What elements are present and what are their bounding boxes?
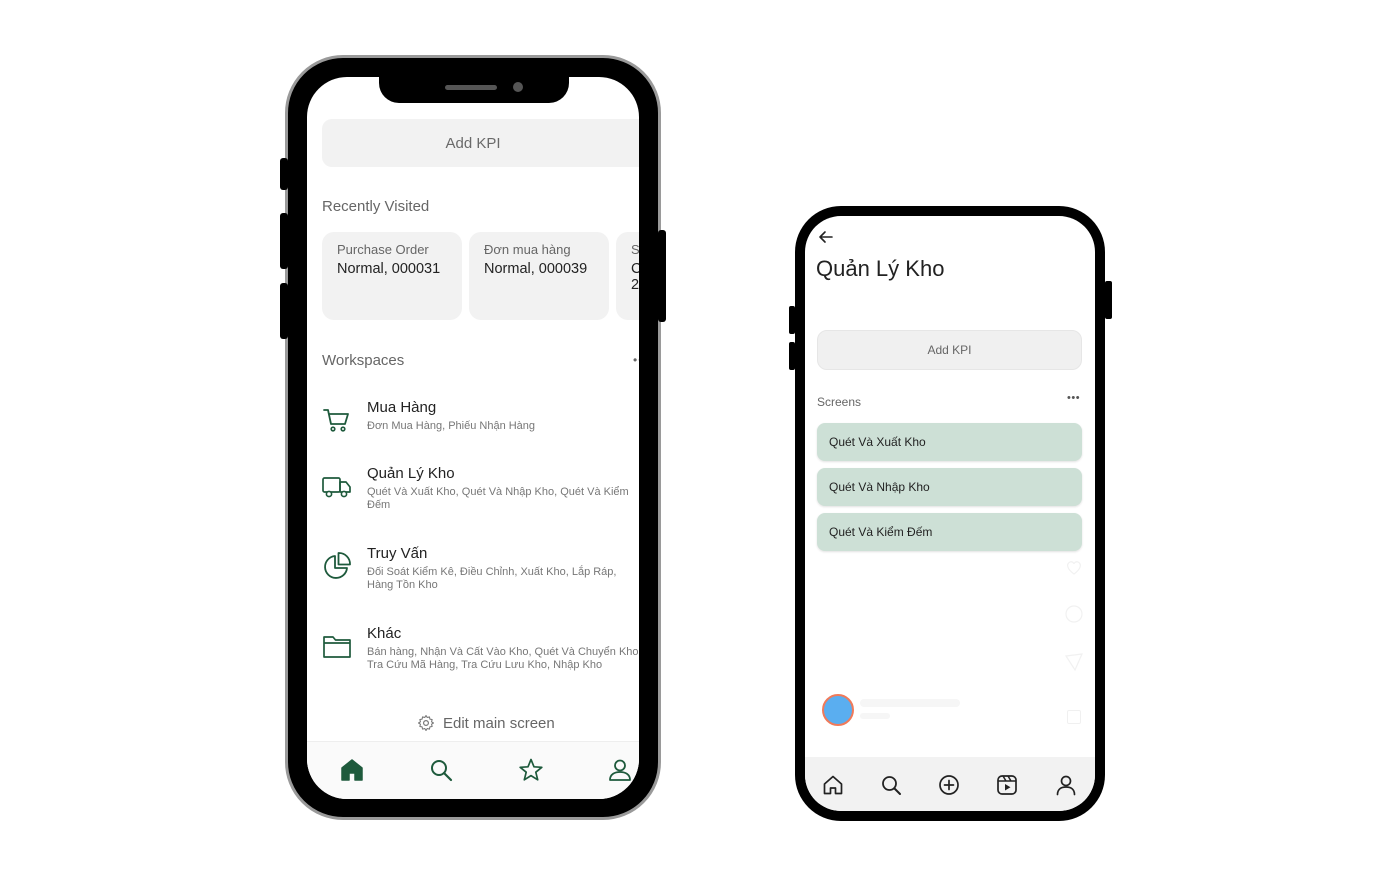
- volume-up-button: [789, 306, 795, 334]
- edit-main-screen-button[interactable]: Edit main screen: [417, 714, 555, 732]
- front-camera: [513, 82, 523, 92]
- avatar: [822, 694, 854, 726]
- recent-card-title: S: [631, 242, 639, 257]
- recent-card-title: Purchase Order: [337, 242, 429, 257]
- recently-visited-title: Recently Visited: [322, 198, 430, 215]
- recent-card[interactable]: S C 2: [616, 232, 639, 320]
- gear-icon: [417, 714, 435, 732]
- cart-icon: [323, 409, 349, 432]
- workspace-item-khac[interactable]: Khác Bán hàng, Nhận Và Cất Vào Kho, Quét…: [322, 625, 639, 675]
- edit-main-screen-label: Edit main screen: [443, 714, 555, 732]
- user-icon[interactable]: [1055, 774, 1077, 796]
- workspace-name: Quản Lý Kho: [367, 465, 455, 482]
- recent-card-value: Normal, 000031: [337, 261, 441, 277]
- workspace-desc: Bán hàng, Nhận Và Cất Vào Kho, Quét Và C…: [367, 646, 639, 671]
- recent-card[interactable]: Đơn mua hàng Normal, 000039: [469, 232, 609, 320]
- screen-item[interactable]: Quét Và Nhập Kho: [817, 468, 1082, 506]
- add-kpi-button[interactable]: Add KPI: [817, 330, 1082, 370]
- back-arrow-icon[interactable]: [817, 228, 835, 246]
- reels-icon[interactable]: [996, 774, 1018, 796]
- folder-icon: [323, 636, 351, 658]
- screen-item[interactable]: Quét Và Xuất Kho: [817, 423, 1082, 461]
- bottom-nav: [307, 741, 639, 799]
- screens-title: Screens: [817, 395, 862, 409]
- notch: [379, 77, 569, 103]
- workspace-name: Khác: [367, 625, 402, 642]
- workspace-name: Truy Vấn: [367, 545, 428, 562]
- workspaces-title: Workspaces: [322, 352, 405, 369]
- ghost-line: [860, 713, 890, 719]
- add-kpi-button[interactable]: Add KPI: [322, 119, 639, 167]
- add-circle-icon[interactable]: [938, 774, 960, 796]
- truck-icon: [322, 477, 351, 498]
- ghost-bookmark: [1067, 710, 1081, 724]
- workspace-item-quan-ly-kho[interactable]: Quản Lý Kho Quét Và Xuất Kho, Quét Và Nh…: [322, 465, 639, 515]
- power-button: [658, 230, 666, 322]
- workspace-name: Mua Hàng: [367, 399, 437, 416]
- power-button: [1105, 281, 1112, 319]
- page-title: Quản Lý Kho: [816, 256, 945, 281]
- user-icon[interactable]: [607, 757, 633, 783]
- workspace-desc: Đơn Mua Hàng, Phiếu Nhận Hàng: [367, 420, 536, 432]
- recent-card[interactable]: Purchase Order Normal, 000031: [322, 232, 462, 320]
- workspace-desc: Đối Soát Kiểm Kê, Điều Chỉnh, Xuất Kho, …: [367, 566, 617, 591]
- workspace-item-mua-hang[interactable]: Mua Hàng Đơn Mua Hàng, Phiếu Nhận Hàng: [322, 399, 639, 439]
- speaker: [445, 85, 497, 90]
- recent-card-value: 2: [631, 277, 639, 293]
- phone2-screen: Quản Lý Kho Add KPI Screens ••• Quét Và …: [805, 216, 1095, 811]
- ghost-icons: [1064, 561, 1083, 672]
- phone-main-screen: Add KPI Recently Visited Purchase Order …: [280, 55, 666, 820]
- workspace-desc: Quét Và Xuất Kho, Quét Và Nhập Kho, Quét…: [367, 486, 629, 511]
- home-icon[interactable]: [822, 774, 844, 796]
- recent-card-value: C: [631, 261, 639, 277]
- volume-up-button: [280, 213, 288, 269]
- volume-down-button: [280, 283, 288, 339]
- recent-card-title: Đơn mua hàng: [484, 242, 571, 257]
- search-icon[interactable]: [880, 774, 902, 796]
- search-icon[interactable]: [428, 757, 454, 783]
- phone1-screen: Add KPI Recently Visited Purchase Order …: [307, 77, 639, 799]
- mute-switch: [280, 158, 288, 190]
- home-icon[interactable]: [339, 757, 365, 783]
- volume-down-button: [789, 342, 795, 370]
- bottom-nav: [805, 757, 1095, 811]
- recently-visited-list: Purchase Order Normal, 000031 Đơn mua hà…: [322, 232, 639, 320]
- screen-item[interactable]: Quét Và Kiểm Đếm: [817, 513, 1082, 551]
- phone-warehouse-screen: Quản Lý Kho Add KPI Screens ••• Quét Và …: [789, 206, 1112, 821]
- ghost-line: [860, 699, 960, 707]
- star-icon[interactable]: [518, 757, 544, 783]
- workspace-item-truy-van[interactable]: Truy Vấn Đối Soát Kiểm Kê, Điều Chỉnh, X…: [322, 545, 639, 595]
- workspaces-more-button[interactable]: ••: [633, 353, 639, 367]
- canvas: Add KPI Recently Visited Purchase Order …: [0, 0, 1400, 875]
- pie-chart-icon: [324, 552, 351, 579]
- screens-more-button[interactable]: •••: [1067, 392, 1080, 404]
- recent-card-value: Normal, 000039: [484, 261, 588, 277]
